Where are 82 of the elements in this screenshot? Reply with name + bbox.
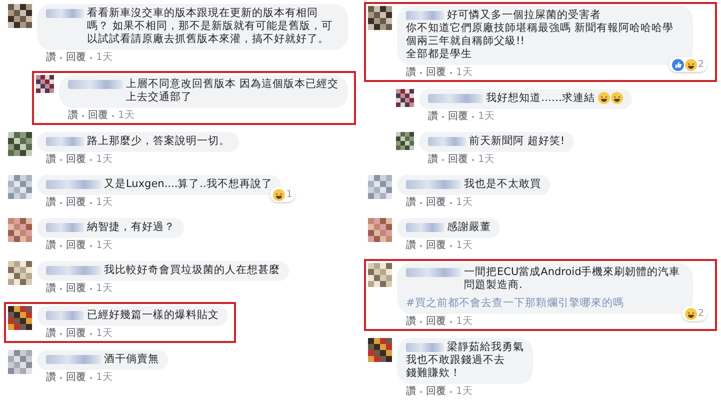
comment-text: 一間把ECU當成Android手機來刷韌體的汽車問題製造商. xyxy=(464,266,682,292)
redacted-name xyxy=(46,311,84,320)
reply-link[interactable]: 回覆 xyxy=(66,197,86,209)
reply-link[interactable]: 回覆 xyxy=(426,240,446,252)
reply-link[interactable]: 回覆 xyxy=(426,67,446,79)
reply-link[interactable]: 回覆 xyxy=(88,110,108,122)
reaction-count: 2 xyxy=(698,58,704,71)
timestamp: 1天 xyxy=(456,67,472,79)
redacted-name xyxy=(428,137,466,146)
like-link[interactable]: 讚 xyxy=(46,372,56,384)
like-link[interactable]: 讚 xyxy=(68,110,78,122)
comment-text: 你不知道它們原廠技師堪稱最強嗎 新聞有報阿哈哈哈學個兩三年就自稱師父級!! xyxy=(406,22,674,48)
like-link[interactable]: 讚 xyxy=(406,316,416,328)
like-link[interactable]: 讚 xyxy=(406,197,416,209)
redacted-name xyxy=(46,9,84,18)
like-link[interactable]: 讚 xyxy=(46,52,56,64)
comment-text: 上層不同意改回舊版本 因為這個版本已經交上去交通部了 xyxy=(126,78,339,104)
comment-text: 納智捷，有好過？ xyxy=(87,221,175,234)
reply-link[interactable]: 回覆 xyxy=(66,283,86,295)
like-link[interactable]: 讚 xyxy=(46,154,56,166)
like-link[interactable]: 讚 xyxy=(46,328,56,340)
reply-link[interactable]: 回覆 xyxy=(66,52,86,64)
like-link[interactable]: 讚 xyxy=(428,154,438,166)
reply-link[interactable]: 回覆 xyxy=(66,328,86,340)
redacted-name xyxy=(46,223,84,232)
timestamp: 1天 xyxy=(96,283,112,295)
redacted-name xyxy=(406,223,444,232)
redacted-name xyxy=(406,11,444,20)
reply-link[interactable]: 回覆 xyxy=(66,154,86,166)
like-link[interactable]: 讚 xyxy=(406,386,416,398)
like-link[interactable]: 讚 xyxy=(428,111,438,123)
redacted-name xyxy=(46,137,84,146)
comment-text: 全部都是學生 xyxy=(406,48,473,61)
comment-text: 路上那麼少，答案說明一切。 xyxy=(87,135,230,148)
comment-text: 前天新聞阿 超好笑! xyxy=(469,135,565,148)
redacted-name xyxy=(406,180,461,189)
comment-text: 錢難賺欸！ xyxy=(406,367,462,380)
comment-text: 好可憐又多一個拉屎菌的受害者 xyxy=(447,9,601,22)
comment-text: 我也不敢跟錢過不去 xyxy=(406,354,506,367)
comment-text: 我比較好奇會買垃圾菌的人在想甚麼 xyxy=(104,264,280,277)
timestamp: 1天 xyxy=(96,240,112,252)
like-link[interactable]: 讚 xyxy=(406,240,416,252)
comment-text: 看看新車沒交車的版本跟現在更新的版本有相同嗎？ 如果不相同，那不是新版就有可能是舊版，可以試試看請原廠去抓舊版本來灌，搞不好就好了。 xyxy=(87,7,334,46)
reaction-count: 2 xyxy=(698,307,704,320)
timestamp: 1天 xyxy=(456,240,472,252)
redacted-name xyxy=(46,180,101,189)
comment-text: 酒干倘賣無 xyxy=(104,353,159,366)
redacted-name xyxy=(46,266,101,275)
reaction-count: 1 xyxy=(286,188,292,201)
timestamp: 1天 xyxy=(456,316,472,328)
redacted-name xyxy=(46,355,101,364)
comment-text: 我好想知道……求連結 xyxy=(486,92,595,105)
timestamp: 1天 xyxy=(96,154,112,166)
redacted-name xyxy=(406,343,444,352)
timestamp: 1天 xyxy=(456,386,472,398)
like-link[interactable]: 讚 xyxy=(406,67,416,79)
timestamp: 1天 xyxy=(118,110,134,122)
reply-link[interactable]: 回覆 xyxy=(66,240,86,252)
comment-text: 我也是不太敢買 xyxy=(464,178,541,191)
like-link[interactable]: 讚 xyxy=(46,283,56,295)
timestamp: 1天 xyxy=(96,372,112,384)
like-link[interactable]: 讚 xyxy=(46,197,56,209)
comment-text: 已經好幾篇一樣的爆料貼文 xyxy=(87,309,219,322)
reply-link[interactable]: 回覆 xyxy=(66,372,86,384)
comment-text: 又是Luxgen....算了..我不想再說了 xyxy=(104,178,272,191)
timestamp: 1天 xyxy=(478,154,494,166)
timestamp: 1天 xyxy=(478,111,494,123)
reply-link[interactable]: 回覆 xyxy=(448,154,468,166)
timestamp: 1天 xyxy=(96,52,112,64)
timestamp: 1天 xyxy=(456,197,472,209)
reply-link[interactable]: 回覆 xyxy=(426,316,446,328)
redacted-name xyxy=(406,268,461,277)
reply-link[interactable]: 回覆 xyxy=(426,386,446,398)
comment-text: 梁靜茹給我勇氣 xyxy=(447,341,524,354)
like-link[interactable]: 讚 xyxy=(46,240,56,252)
timestamp: 1天 xyxy=(96,197,112,209)
reply-link[interactable]: 回覆 xyxy=(448,111,468,123)
comment-text: 感謝嚴董 xyxy=(447,221,491,234)
timestamp: 1天 xyxy=(96,328,112,340)
reply-link[interactable]: 回覆 xyxy=(426,197,446,209)
redacted-name xyxy=(428,94,483,103)
redacted-name xyxy=(68,80,123,89)
